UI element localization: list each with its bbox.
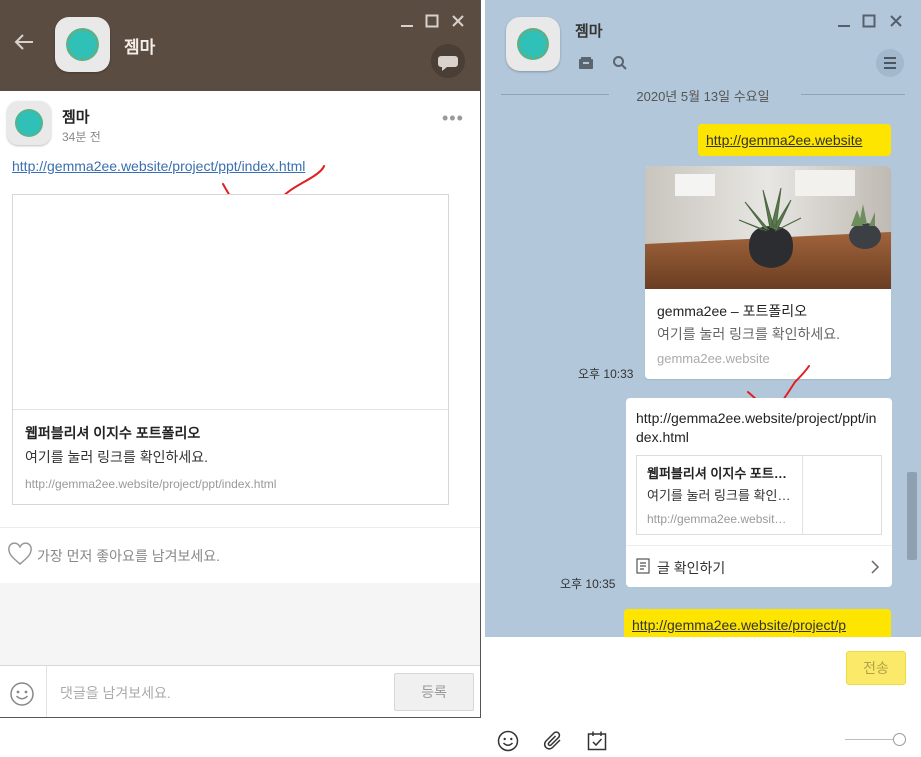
date-separator: 2020년 5월 13일 수요일 [501, 84, 905, 104]
link-preview-description: 여기를 눌러 링크를 확인하세요. [25, 449, 208, 465]
message-input[interactable] [495, 645, 835, 725]
slider-knob[interactable] [893, 733, 906, 746]
message-time: 오후 10:35 [560, 577, 616, 591]
avatar[interactable] [55, 17, 110, 72]
chat-window: 젬마 2020년 5월 13일 수요일 http://gemma2ee.webs… [485, 0, 921, 757]
minimize-icon[interactable] [400, 14, 414, 32]
post-time: 34분 전 [62, 130, 101, 144]
document-icon [636, 558, 650, 574]
link-preview-title: 웹퍼블리셔 이지수 포트폴리오 [25, 425, 201, 441]
close-icon[interactable] [451, 14, 465, 32]
heart-icon[interactable] [7, 541, 33, 567]
link-preview-description: 여기를 눌러 링크를 확인하세요. [657, 326, 840, 342]
message-composer: 전송 [485, 637, 921, 757]
minimize-icon[interactable] [837, 14, 851, 32]
link-preview-card[interactable]: 웹퍼블리셔 이지수 포트폴리오 여기를 눌러 링크를 확인하세요. http:/… [12, 194, 449, 505]
send-button[interactable]: 전송 [846, 651, 906, 685]
link-preview-title: 웹퍼블리셔 이지수 포트폴리오 [647, 466, 792, 481]
divider [802, 456, 803, 534]
like-row[interactable]: 가장 먼저 좋아요를 남겨보세요. [0, 527, 480, 583]
back-arrow-icon[interactable] [12, 30, 36, 54]
window-title: 젬마 [124, 38, 156, 57]
scrollbar-thumb[interactable] [907, 472, 917, 560]
post-author[interactable]: 젬마 [62, 106, 90, 127]
emoji-icon[interactable] [496, 729, 520, 753]
date-separator-label: 2020년 5월 13일 수요일 [636, 89, 770, 104]
chat-title: 젬마 [575, 23, 603, 40]
close-icon[interactable] [889, 14, 903, 32]
menu-icon[interactable] [876, 49, 904, 77]
post-window: 젬마 젬마 34분 전 ••• http://gemma2ee.website/… [0, 0, 481, 718]
attachment-icon[interactable] [541, 729, 565, 753]
link-preview-image [645, 166, 891, 289]
message-time: 오후 10:33 [578, 367, 634, 381]
maximize-icon[interactable] [425, 14, 439, 32]
inbox-icon[interactable] [578, 56, 594, 70]
message-text: http://gemma2ee.website/project/ppt/inde… [636, 410, 877, 445]
emoji-icon[interactable] [9, 681, 35, 707]
chevron-right-icon [871, 560, 880, 574]
comment-bar: 등록 [0, 665, 480, 717]
comment-input[interactable] [60, 680, 380, 706]
link-preview-title: gemma2ee – 포트폴리오 [657, 303, 808, 319]
chat-avatar[interactable] [506, 17, 560, 71]
more-options-icon[interactable]: ••• [442, 108, 464, 129]
transparency-slider[interactable] [845, 733, 907, 747]
read-post-label: 글 확인하기 [657, 560, 726, 576]
comment-submit-button[interactable]: 등록 [394, 673, 474, 711]
message-shared-post[interactable]: http://gemma2ee.website/project/ppt/inde… [626, 398, 892, 587]
search-icon[interactable] [612, 55, 628, 71]
calendar-check-icon[interactable] [585, 729, 609, 753]
chat-bubble-icon[interactable] [431, 44, 465, 78]
divider [46, 666, 47, 717]
post-window-header: 젬마 [0, 0, 480, 91]
link-preview-card[interactable]: 웹퍼블리셔 이지수 포트폴리오 여기를 눌러 링크를 확인하세요. http:/… [636, 455, 882, 535]
author-avatar[interactable] [7, 101, 51, 145]
like-prompt: 가장 먼저 좋아요를 남겨보세요. [37, 548, 220, 564]
comments-area [0, 583, 480, 665]
link-preview-url: http://gemma2ee.website/project/ppt/inde… [647, 512, 792, 526]
link-preview-description: 여기를 눌러 링크를 확인하세요. [647, 488, 792, 503]
link-preview-image [13, 195, 448, 410]
maximize-icon[interactable] [862, 14, 876, 32]
link-preview-url: http://gemma2ee.website/project/ppt/inde… [25, 477, 277, 491]
message-link-card[interactable]: gemma2ee – 포트폴리오 여기를 눌러 링크를 확인하세요. gemma… [645, 166, 891, 379]
message-link-bubble[interactable]: http://gemma2ee.website [698, 124, 891, 156]
read-post-button[interactable]: 글 확인하기 [626, 545, 892, 587]
